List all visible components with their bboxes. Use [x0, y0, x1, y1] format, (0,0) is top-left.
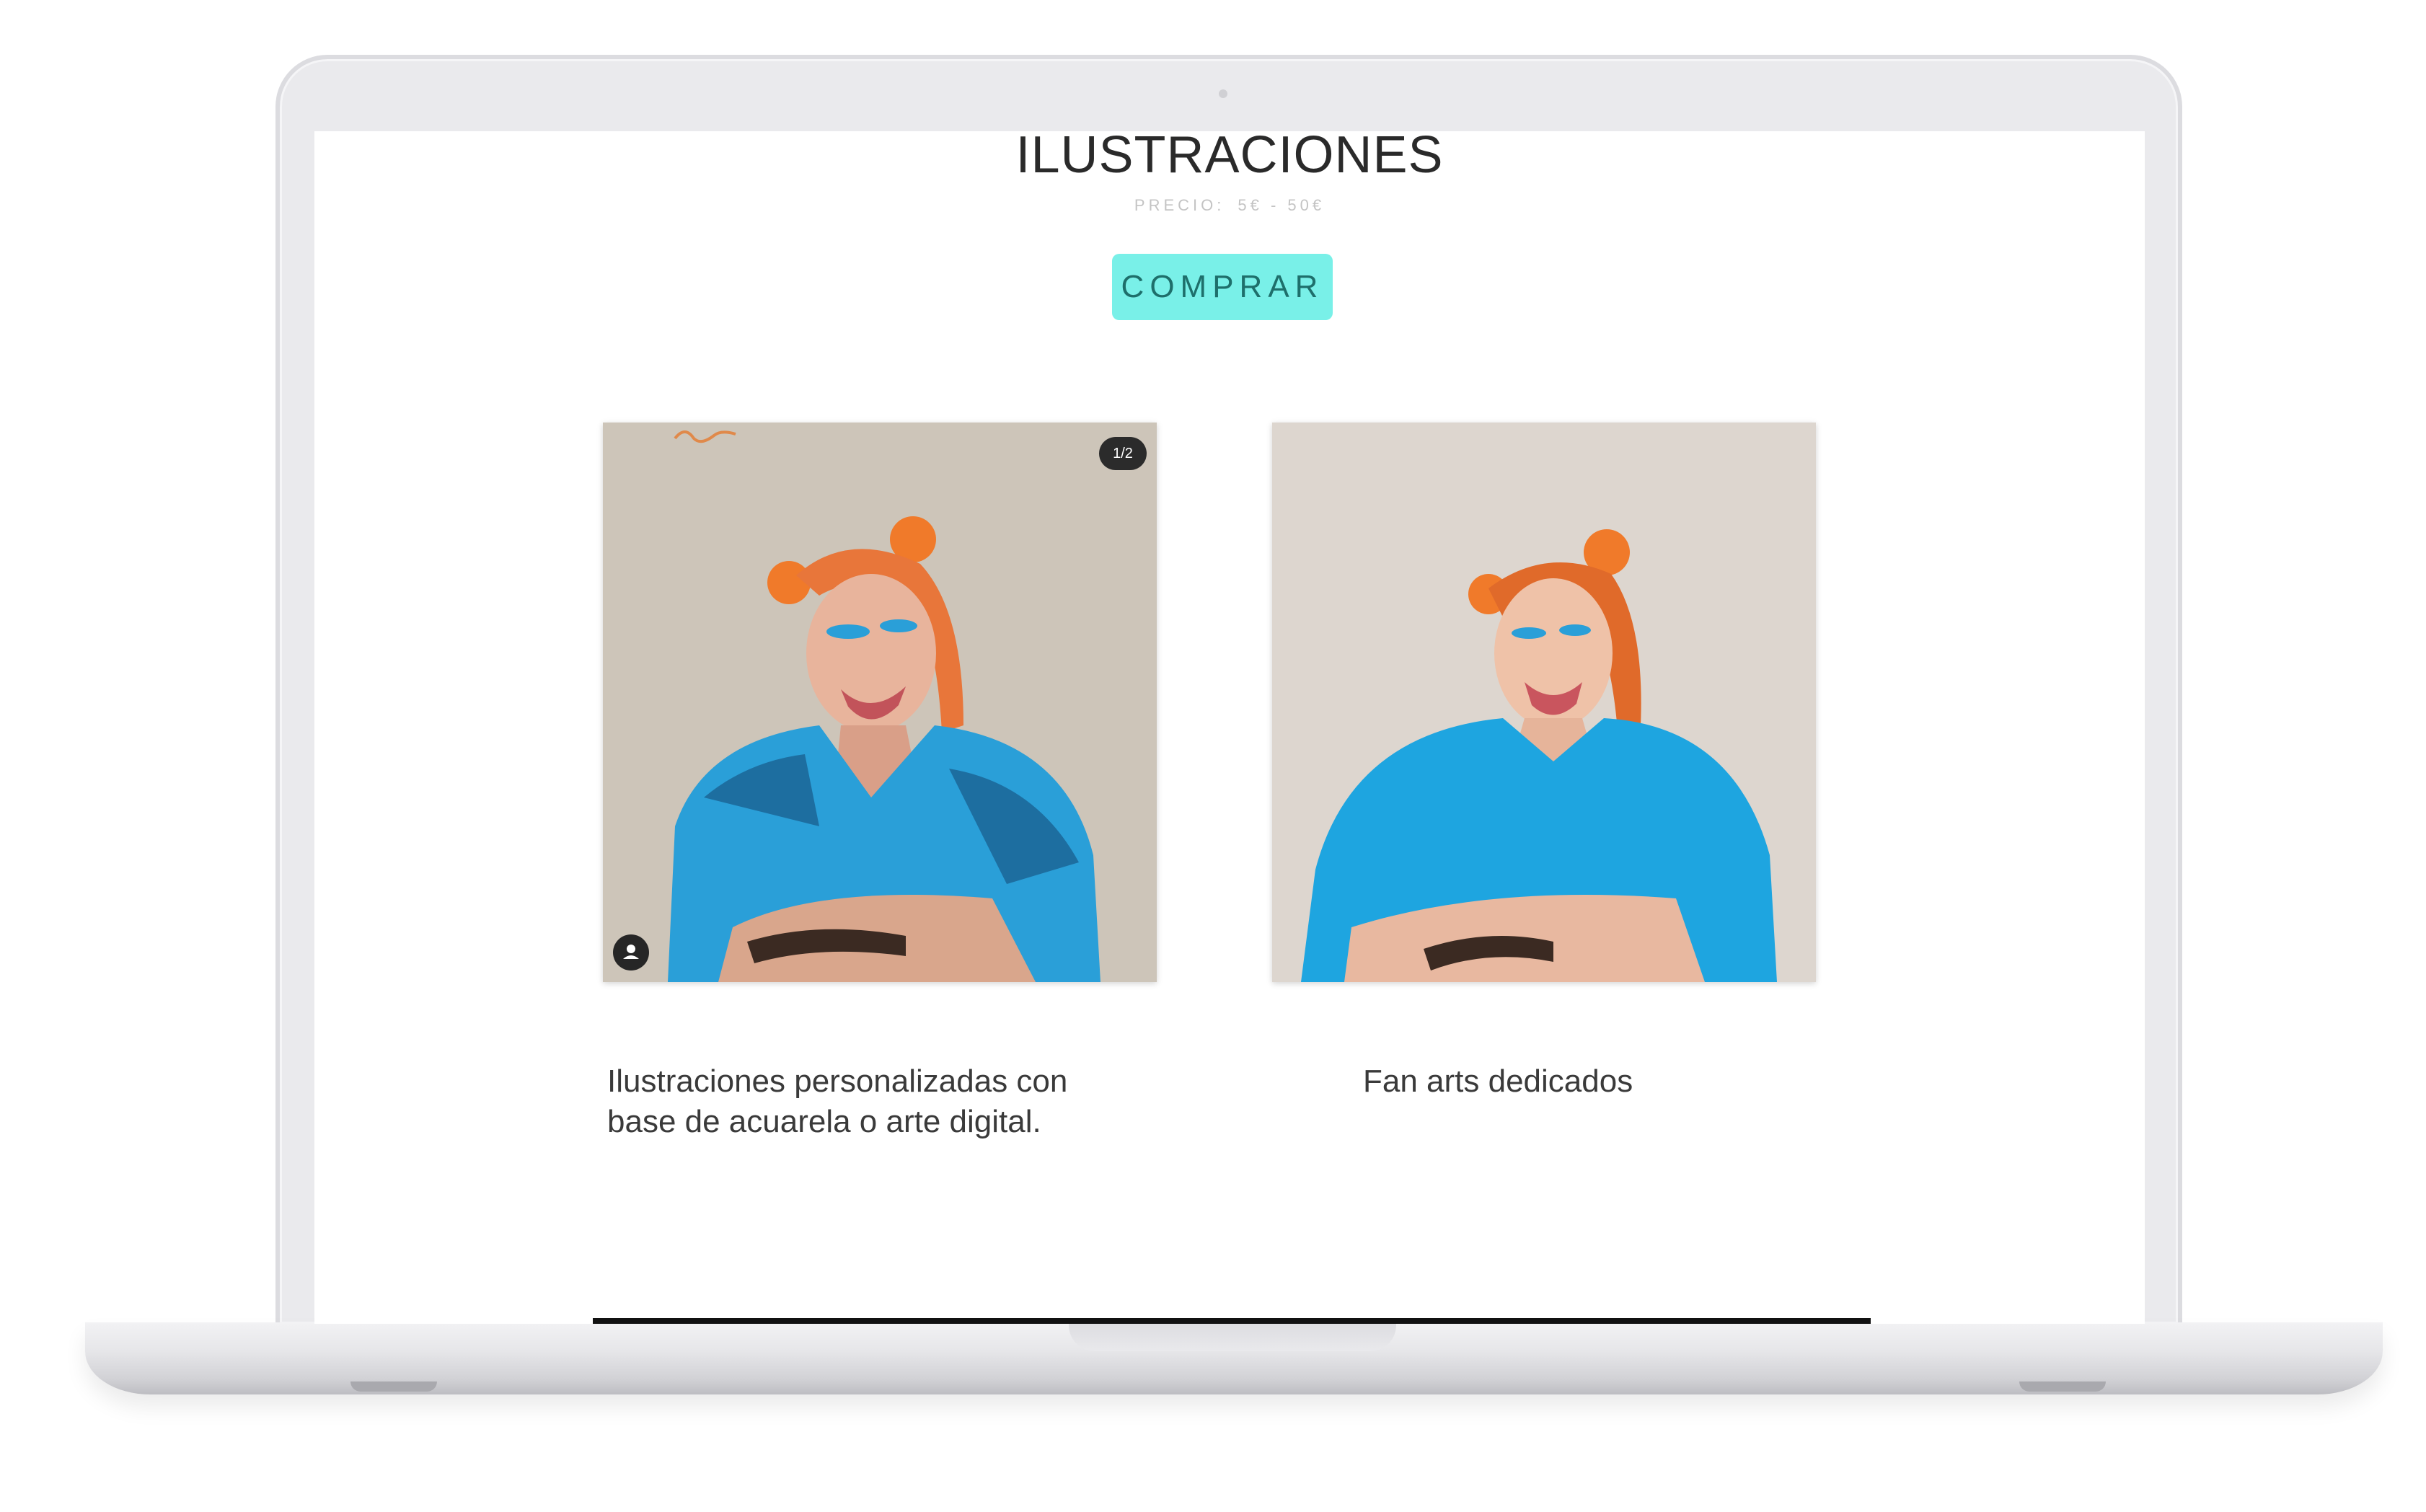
card-caption-fanarts: Fan arts dedicados	[1363, 1064, 1633, 1099]
browser-viewport: ILUSTRACIONES PRECIO: 5€ - 50€ COMPRAR 1…	[314, 131, 2145, 1324]
person-icon	[623, 945, 639, 959]
buy-button[interactable]: COMPRAR	[1112, 254, 1333, 320]
illustration-image[interactable]: 1/2	[603, 423, 1157, 982]
camera-icon	[1219, 89, 1227, 98]
price-value: 5€ - 50€	[1238, 196, 1326, 214]
fanart-photo-image[interactable]	[1272, 423, 1816, 982]
caption-line-1: Ilustraciones personalizadas con	[607, 1064, 1068, 1099]
price-line: PRECIO: 5€ - 50€	[314, 196, 2145, 215]
price-label: PRECIO:	[1134, 196, 1225, 214]
next-section-edge	[593, 1318, 1871, 1324]
caption-line-2: base de acuarela o arte digital.	[607, 1104, 1041, 1139]
illustration-artwork	[603, 423, 1157, 982]
laptop-notch	[1069, 1322, 1396, 1351]
page-title: ILUSTRACIONES	[1015, 131, 1444, 184]
image-counter-badge: 1/2	[1099, 437, 1147, 470]
photo-artwork	[1272, 423, 1816, 982]
laptop-foot-left	[350, 1381, 437, 1392]
card-caption-illustrations: Ilustraciones personalizadas con base de…	[607, 1061, 1126, 1142]
laptop-foot-right	[2019, 1381, 2106, 1392]
user-tag-button[interactable]	[613, 934, 649, 971]
